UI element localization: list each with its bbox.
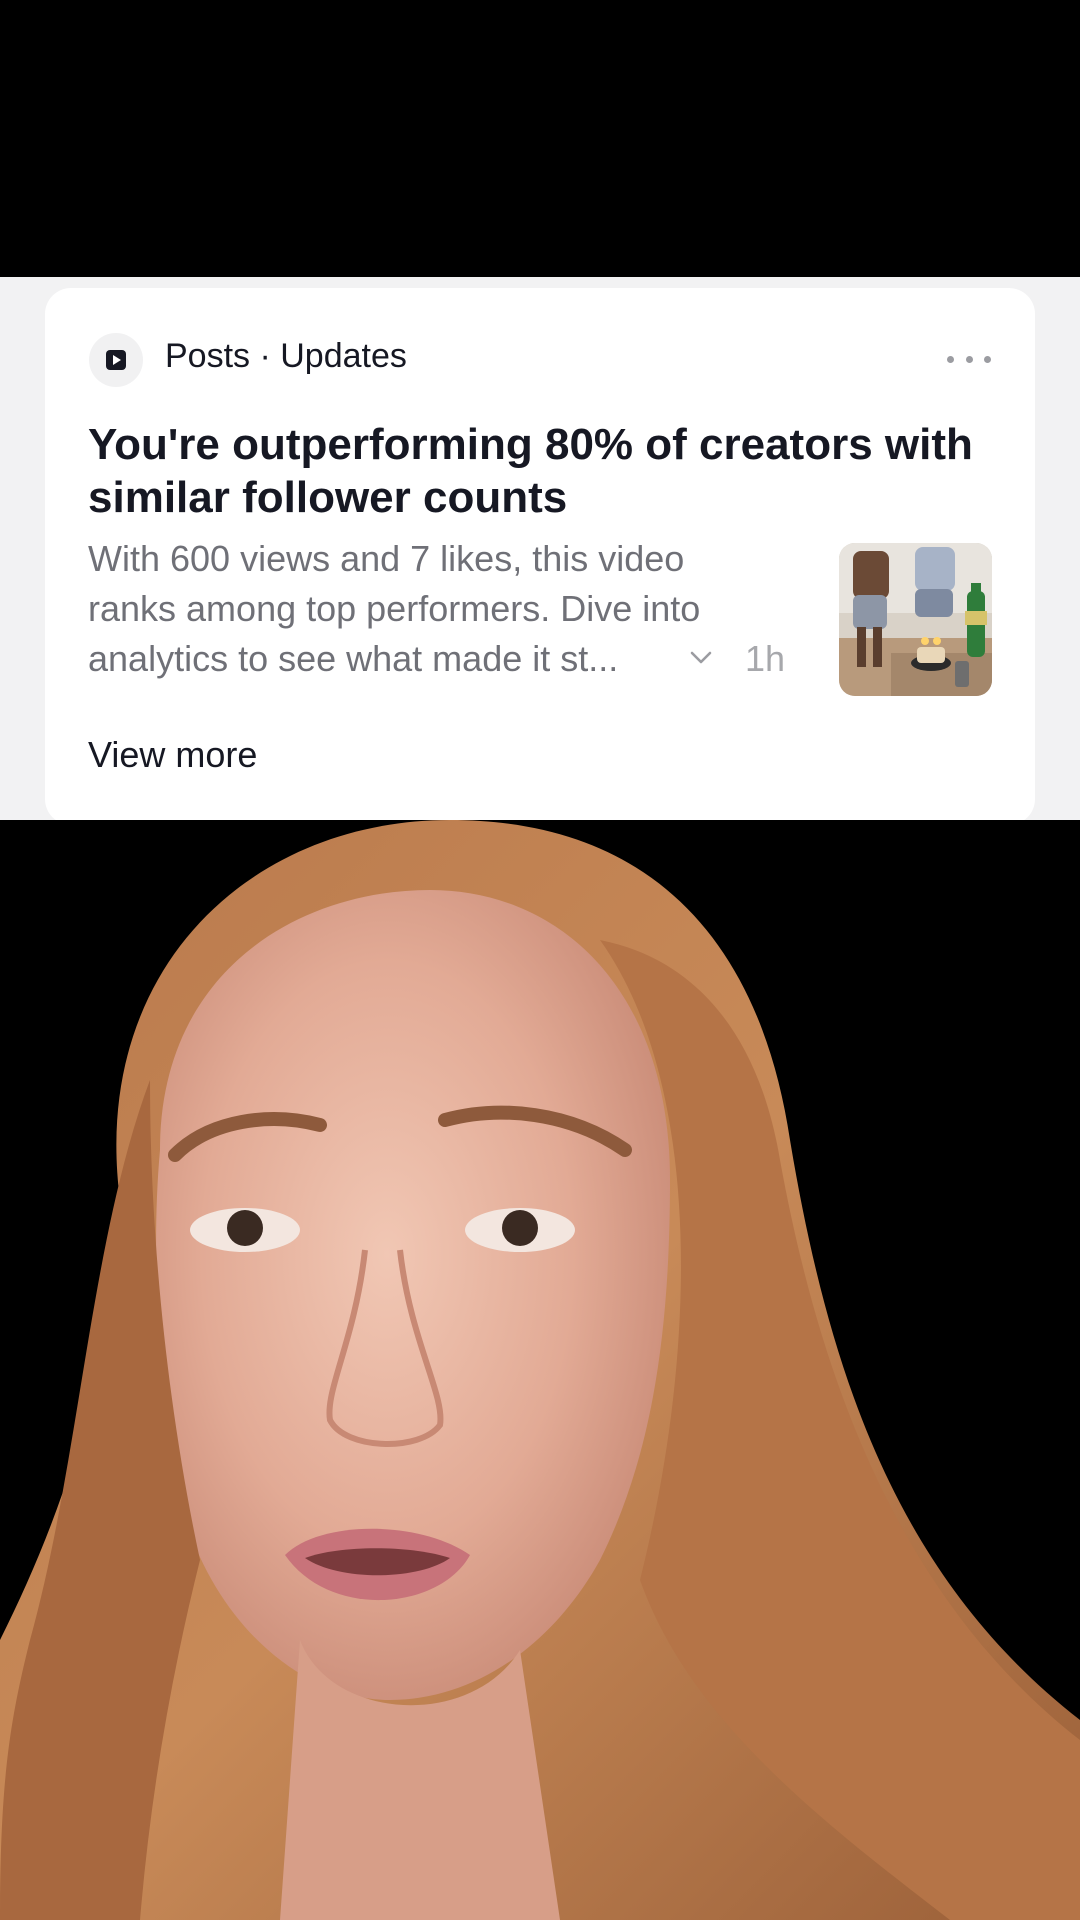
video-thumbnail[interactable] xyxy=(839,543,992,696)
video-screen: Posts · Updates You're outperforming 80%… xyxy=(0,0,1080,1920)
play-square-icon xyxy=(89,333,143,387)
notification-body: With 600 views and 7 likes, this video r… xyxy=(88,538,701,679)
view-more-link[interactable]: View more xyxy=(88,733,257,777)
creator-video-frame xyxy=(0,820,1080,1920)
notification-source: Posts · Updates xyxy=(165,337,407,375)
notification-card[interactable]: Posts · Updates You're outperforming 80%… xyxy=(45,288,1035,825)
notification-time: 1h xyxy=(745,638,786,679)
chevron-down-icon[interactable] xyxy=(689,650,713,666)
notification-title: You're outperforming 80% of creators wit… xyxy=(88,420,973,522)
more-horizontal-icon[interactable] xyxy=(947,344,991,374)
